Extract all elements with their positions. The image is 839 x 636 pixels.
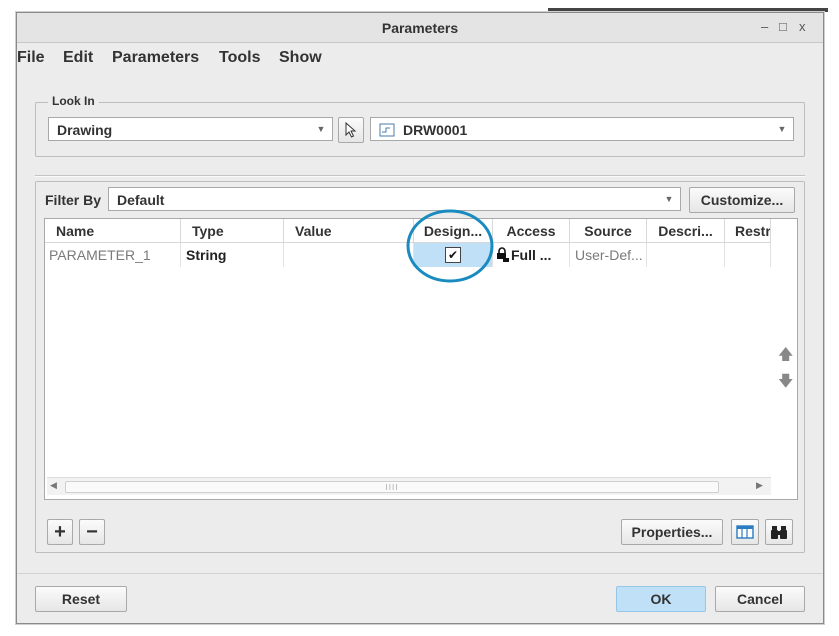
binoculars-icon bbox=[771, 526, 787, 539]
table-columns-icon bbox=[736, 525, 754, 539]
properties-button[interactable]: Properties... bbox=[621, 519, 723, 545]
customize-button[interactable]: Customize... bbox=[689, 187, 795, 213]
filter-by-label: Filter By bbox=[45, 192, 102, 208]
horizontal-scrollbar[interactable]: ◀ IIII ▶ bbox=[47, 477, 771, 495]
chevron-down-icon: ▼ bbox=[316, 124, 326, 134]
select-model-button[interactable] bbox=[338, 117, 364, 143]
cell-restricted[interactable] bbox=[725, 243, 771, 267]
scroll-right-icon[interactable]: ▶ bbox=[756, 480, 763, 491]
look-in-value: Drawing bbox=[57, 122, 113, 138]
reset-button[interactable]: Reset bbox=[35, 586, 127, 612]
cell-value[interactable] bbox=[284, 243, 414, 267]
scroll-grip: IIII bbox=[385, 482, 399, 492]
model-name: DRW0001 bbox=[403, 122, 468, 138]
column-header-value[interactable]: Value bbox=[284, 219, 414, 243]
minimize-button[interactable]: – bbox=[761, 19, 768, 34]
menu-file[interactable]: File bbox=[17, 49, 45, 67]
column-header-source[interactable]: Source bbox=[570, 219, 647, 243]
footer-separator bbox=[17, 573, 823, 574]
remove-parameter-button[interactable]: − bbox=[79, 519, 105, 545]
cursor-arrow-icon bbox=[345, 122, 357, 138]
model-select[interactable]: DRW0001 ▼ bbox=[370, 117, 794, 141]
cell-type[interactable]: String bbox=[181, 243, 284, 267]
column-header-type[interactable]: Type bbox=[181, 219, 284, 243]
find-button[interactable] bbox=[765, 519, 793, 545]
look-in-select[interactable]: Drawing ▼ bbox=[48, 117, 333, 141]
chevron-down-icon: ▼ bbox=[777, 124, 787, 134]
menu-bar: File Edit Parameters Tools Show bbox=[17, 44, 823, 72]
cancel-button[interactable]: Cancel bbox=[715, 586, 805, 612]
title-bar: Parameters – □ x bbox=[17, 13, 823, 43]
add-parameter-button[interactable]: + bbox=[47, 519, 73, 545]
drawing-icon bbox=[379, 123, 395, 137]
menu-tools[interactable]: Tools bbox=[219, 49, 260, 67]
separator bbox=[35, 175, 805, 177]
close-button[interactable]: x bbox=[799, 19, 806, 34]
filter-value: Default bbox=[117, 192, 165, 208]
column-header-name[interactable]: Name bbox=[45, 219, 181, 243]
menu-show[interactable]: Show bbox=[279, 49, 322, 67]
column-header-access[interactable]: Access bbox=[493, 219, 570, 243]
look-in-legend: Look In bbox=[48, 94, 99, 108]
cell-name[interactable]: PARAMETER_1 bbox=[45, 243, 181, 267]
column-header-description[interactable]: Descri... bbox=[647, 219, 725, 243]
arrow-down-icon[interactable]: 🡇 bbox=[778, 371, 793, 396]
scroll-thumb[interactable]: IIII bbox=[65, 481, 719, 493]
menu-edit[interactable]: Edit bbox=[63, 49, 93, 67]
scroll-left-icon[interactable]: ◀ bbox=[50, 480, 57, 491]
chevron-down-icon: ▼ bbox=[664, 194, 674, 204]
ok-button[interactable]: OK bbox=[616, 586, 706, 612]
column-header-restricted[interactable]: Restr bbox=[725, 219, 771, 243]
highlight-circle bbox=[406, 209, 494, 283]
cell-description[interactable] bbox=[647, 243, 725, 267]
filter-select[interactable]: Default ▼ bbox=[108, 187, 681, 211]
cell-access[interactable]: Full ... bbox=[493, 243, 570, 267]
cell-source[interactable]: User-Def... bbox=[570, 243, 647, 267]
table-columns-button[interactable] bbox=[731, 519, 759, 545]
arrow-up-icon[interactable]: 🡅 bbox=[778, 344, 793, 369]
parameters-dialog: Parameters – □ x File Edit Parameters To… bbox=[16, 12, 824, 624]
maximize-button[interactable]: □ bbox=[779, 19, 787, 34]
access-value: Full ... bbox=[511, 247, 552, 263]
menu-parameters[interactable]: Parameters bbox=[112, 49, 199, 67]
window-title: Parameters bbox=[381, 20, 459, 36]
background-edge bbox=[824, 0, 839, 636]
